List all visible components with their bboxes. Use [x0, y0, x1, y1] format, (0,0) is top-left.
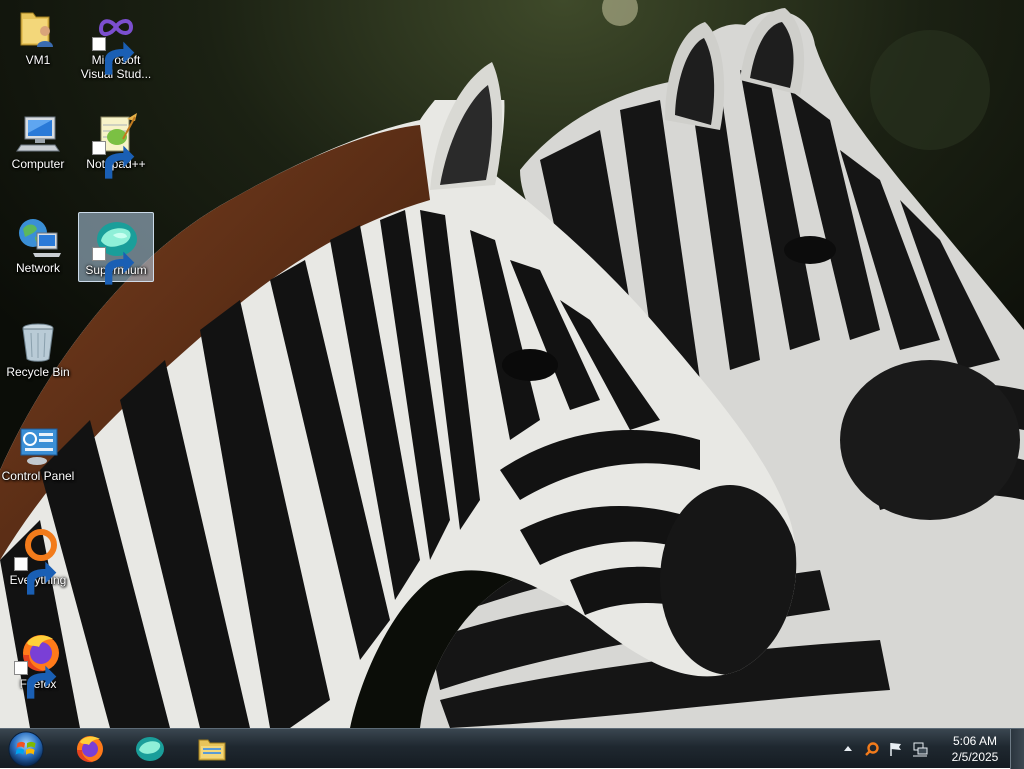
desktop-icon-supermium[interactable]: Supermium: [78, 212, 154, 285]
visual-studio-icon: [92, 7, 140, 75]
action-center-flag-icon[interactable]: [886, 739, 906, 759]
desktop-icon-label: Recycle Bin: [6, 365, 70, 379]
desktop-icon-label: Computer: [11, 157, 65, 171]
shortcut-arrow-icon: [14, 661, 57, 699]
recycle-bin-icon: [14, 319, 62, 363]
firefox-icon: [77, 736, 103, 763]
taskbar-supermium-button[interactable]: [122, 731, 178, 767]
windows-start-orb-icon: [8, 731, 44, 767]
shortcut-arrow-icon: [92, 141, 135, 179]
supermium-icon: [92, 217, 140, 285]
folder-icon: [198, 739, 226, 761]
system-tray: 5:06 AM 2/5/2025: [836, 729, 1006, 769]
taskbar-file-explorer-button[interactable]: [184, 731, 240, 767]
shortcut-arrow-icon: [92, 37, 135, 75]
desktop-icon-microsoft-visual-studio[interactable]: Microsoft Visual Stud...: [78, 2, 154, 88]
network-icon[interactable]: [910, 739, 930, 759]
start-button[interactable]: [4, 730, 48, 768]
desktop-icon-recycle-bin[interactable]: Recycle Bin: [0, 314, 76, 384]
desktop-icon-label: Control Panel: [1, 469, 75, 483]
show-desktop-button[interactable]: [1010, 729, 1024, 769]
supermium-icon: [136, 737, 164, 761]
desktop-icon-network[interactable]: Network: [0, 210, 76, 280]
control-panel-icon: [14, 423, 62, 467]
desktop-icon-computer[interactable]: Computer: [0, 106, 76, 176]
taskbar-clock[interactable]: 5:06 AM 2/5/2025: [944, 733, 1006, 765]
taskbar-firefox-button[interactable]: [62, 731, 118, 767]
network-globe-icon: [14, 215, 62, 259]
desktop[interactable]: VM1 Microsoft Visual Stud... Computer No…: [0, 0, 1024, 728]
user-folder-icon: [14, 7, 62, 51]
notepad-plus-plus-icon: [92, 111, 140, 179]
desktop-icon-control-panel[interactable]: Control Panel: [0, 418, 76, 488]
everything-search-icon: [14, 527, 62, 595]
taskbar: 5:06 AM 2/5/2025: [0, 728, 1024, 769]
clock-date: 2/5/2025: [951, 750, 999, 764]
shortcut-arrow-icon: [92, 247, 135, 285]
everything-search-icon[interactable]: [862, 739, 882, 759]
firefox-icon: [14, 631, 62, 699]
desktop-icon-firefox[interactable]: Firefox: [0, 626, 76, 699]
desktop-icon-vm1[interactable]: VM1: [0, 2, 76, 72]
desktop-icon-grid: VM1 Microsoft Visual Stud... Computer No…: [0, 0, 1024, 728]
desktop-icon-label: VM1: [25, 53, 51, 67]
clock-time: 5:06 AM: [952, 734, 998, 748]
show-hidden-icons-arrow[interactable]: [838, 739, 858, 759]
desktop-icon-everything[interactable]: Everything: [0, 522, 76, 595]
computer-icon: [14, 111, 62, 155]
shortcut-arrow-icon: [14, 557, 57, 595]
desktop-icon-label: Network: [15, 261, 60, 275]
desktop-icon-notepad-plus-plus[interactable]: Notepad++: [78, 106, 154, 179]
